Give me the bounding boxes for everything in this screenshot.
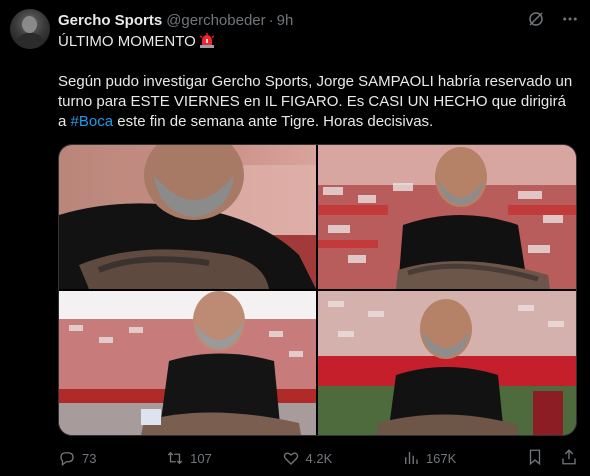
heart-icon: [282, 449, 300, 467]
more-options-icon[interactable]: [560, 9, 580, 29]
photo-3[interactable]: [59, 291, 316, 435]
headline-line: ÚLTIMO MOMENTO: [58, 32, 578, 52]
avatar-head: [22, 16, 37, 33]
body-text-2: este fin de semana ante Tigre. Horas dec…: [113, 113, 434, 130]
like-count: 4.2K: [305, 450, 333, 466]
photo-2[interactable]: [318, 145, 576, 289]
header-actions: [526, 9, 580, 29]
timestamp[interactable]: 9h: [277, 12, 294, 29]
photo-4[interactable]: [318, 291, 576, 435]
avatar-body: [16, 33, 44, 49]
reply-button[interactable]: 73: [58, 449, 96, 467]
views-button[interactable]: 167K: [402, 449, 456, 467]
reply-count: 73: [82, 450, 97, 466]
repost-count: 107: [190, 450, 212, 466]
media-grid[interactable]: [58, 144, 577, 436]
repost-icon: [166, 449, 184, 467]
tweet[interactable]: Gercho Sports @gerchobeder · 9h ÚLTIMO M…: [0, 0, 590, 476]
secondary-actions: [526, 448, 578, 469]
like-button[interactable]: 4.2K: [282, 449, 333, 467]
bookmark-icon[interactable]: [526, 448, 544, 469]
views-icon: [402, 449, 420, 467]
action-bar: 73 107 4.2K 167K: [58, 448, 578, 468]
tweet-text: ÚLTIMO MOMENTO Según pudo investigar Ger…: [58, 32, 578, 132]
separator-dot: ·: [268, 11, 274, 29]
siren-icon: [199, 33, 215, 48]
reply-icon: [58, 449, 76, 467]
avatar[interactable]: [10, 9, 50, 49]
photo-1[interactable]: [59, 145, 316, 289]
hashtag-link[interactable]: #Boca: [71, 113, 114, 130]
body-paragraph: Según pudo investigar Gercho Sports, Jor…: [58, 72, 578, 132]
author-handle[interactable]: @gerchobeder: [166, 12, 265, 29]
grok-icon[interactable]: [526, 9, 546, 29]
repost-button[interactable]: 107: [166, 449, 212, 467]
tweet-header: Gercho Sports @gerchobeder · 9h: [58, 10, 293, 30]
share-icon[interactable]: [560, 448, 578, 469]
views-count: 167K: [425, 450, 457, 466]
headline: ÚLTIMO MOMENTO: [58, 33, 196, 50]
author-name[interactable]: Gercho Sports: [58, 12, 162, 29]
